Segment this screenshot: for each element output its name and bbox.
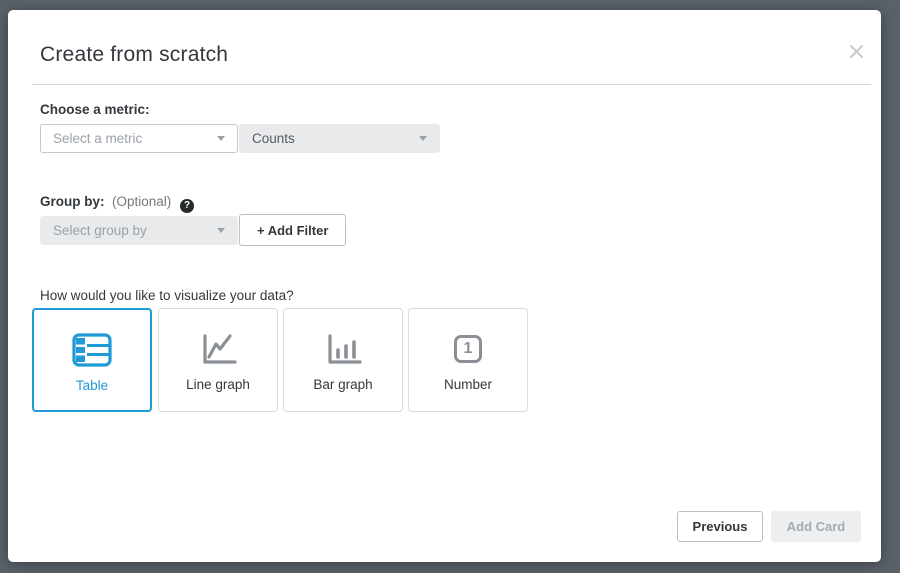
modal-title: Create from scratch: [40, 43, 228, 67]
close-icon[interactable]: [843, 38, 869, 64]
group-by-label: Group by: (Optional) ?: [40, 194, 194, 213]
visualize-question-label: How would you like to visualize your dat…: [40, 288, 294, 303]
viz-option-bar-graph[interactable]: Bar graph: [283, 308, 403, 412]
viz-option-label: Line graph: [186, 377, 250, 392]
header-divider: [32, 84, 871, 85]
number-one-glyph: 1: [454, 335, 482, 363]
viz-option-table[interactable]: Table: [32, 308, 152, 412]
group-by-label-text: Group by:: [40, 194, 105, 209]
create-from-scratch-modal: Create from scratch Choose a metric: Sel…: [8, 10, 881, 562]
chevron-down-icon: [217, 228, 225, 233]
group-by-optional-text: (Optional): [108, 194, 171, 209]
metric-select[interactable]: Select a metric: [40, 124, 238, 153]
chevron-down-icon: [217, 136, 225, 141]
group-by-select[interactable]: Select group by: [40, 216, 238, 245]
viz-option-label: Number: [444, 377, 492, 392]
choose-metric-label: Choose a metric:: [40, 102, 150, 117]
group-by-select-placeholder: Select group by: [53, 223, 147, 238]
number-icon: 1: [454, 329, 482, 369]
add-card-button[interactable]: Add Card: [771, 511, 861, 542]
add-filter-button[interactable]: + Add Filter: [239, 214, 346, 246]
modal-overlay: Create from scratch Choose a metric: Sel…: [0, 0, 900, 573]
viz-option-label: Table: [76, 378, 108, 393]
line-graph-icon: [198, 329, 238, 369]
table-icon: [71, 330, 113, 370]
previous-button[interactable]: Previous: [677, 511, 763, 542]
chevron-down-icon: [419, 136, 427, 141]
aggregation-select-value: Counts: [252, 131, 295, 146]
bar-graph-icon: [323, 329, 363, 369]
viz-option-label: Bar graph: [313, 377, 372, 392]
metric-select-placeholder: Select a metric: [53, 131, 142, 146]
aggregation-select[interactable]: Counts: [239, 124, 440, 153]
help-icon[interactable]: ?: [180, 199, 194, 213]
viz-option-number[interactable]: 1 Number: [408, 308, 528, 412]
close-x-glyph: [849, 44, 864, 59]
viz-option-line-graph[interactable]: Line graph: [158, 308, 278, 412]
